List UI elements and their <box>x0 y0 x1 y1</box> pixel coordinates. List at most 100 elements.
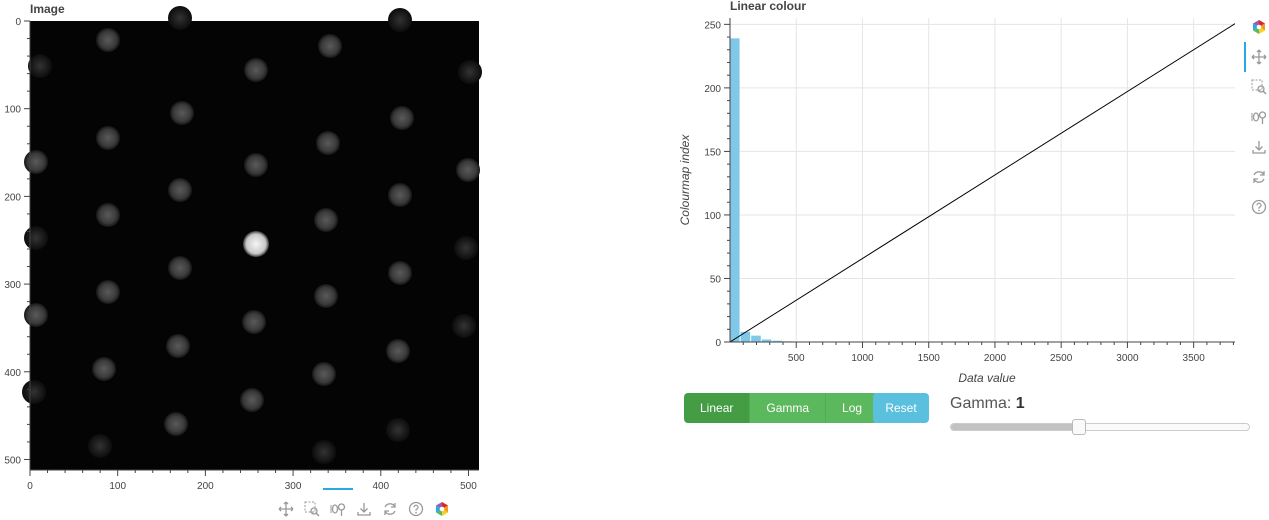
image-spot <box>388 8 412 32</box>
image-y-tick-label: 200 <box>4 192 21 203</box>
chart-x-tick-label: 3500 <box>1183 353 1206 364</box>
chart-y-tick-label: 100 <box>704 211 721 222</box>
log-button[interactable]: Log <box>826 393 878 423</box>
gamma-label-text: Gamma: <box>950 395 1011 412</box>
gamma-value: 1 <box>1016 395 1025 412</box>
help-icon[interactable] <box>405 498 427 520</box>
image-spot <box>24 150 48 174</box>
mapping-line <box>730 18 1235 342</box>
histogram-bar <box>730 38 740 342</box>
save-icon[interactable] <box>353 498 375 520</box>
chart-x-tick-label: 500 <box>788 353 805 364</box>
pan-icon[interactable] <box>1248 46 1269 68</box>
image-spot <box>92 357 116 381</box>
chart-x-axis: 500 1000 1500 2000 2500 3000 3500 <box>743 342 1233 364</box>
image-spot <box>312 440 336 464</box>
wheel-zoom-icon[interactable] <box>327 498 349 520</box>
box-zoom-icon[interactable] <box>1248 76 1269 98</box>
image-x-tick-label: 100 <box>109 481 126 492</box>
image-spot <box>168 256 192 280</box>
image-spot <box>386 339 410 363</box>
image-spot <box>243 231 269 257</box>
image-spot <box>28 54 52 78</box>
image-spot <box>168 6 192 30</box>
image-spot <box>22 380 46 404</box>
gamma-slider-handle[interactable] <box>1072 419 1086 435</box>
image-y-tick-label: 300 <box>4 280 21 291</box>
image-spot <box>388 261 412 285</box>
image-x-axis: 0 100 200 300 400 500 <box>27 470 479 492</box>
image-spot <box>390 106 414 130</box>
image-spot <box>170 101 194 125</box>
histogram-bars <box>730 38 888 342</box>
image-spot <box>240 388 264 412</box>
image-spot <box>452 314 476 338</box>
image-x-tick-label: 400 <box>372 481 389 492</box>
chart-grid <box>730 18 1235 342</box>
image-x-tick-label: 500 <box>460 481 477 492</box>
bokeh-logo-icon[interactable] <box>431 498 453 520</box>
chart-x-tick-label: 1500 <box>918 353 941 364</box>
image-spot <box>388 183 412 207</box>
reset-button[interactable]: Reset <box>873 393 929 423</box>
wheel-zoom-icon[interactable] <box>1248 106 1269 128</box>
image-spot <box>96 126 120 150</box>
box-zoom-icon[interactable] <box>301 498 323 520</box>
chart-y-tick-label: 250 <box>704 20 721 31</box>
pan-icon[interactable] <box>275 498 297 520</box>
chart-y-tick-label: 0 <box>715 338 721 349</box>
reset-icon[interactable] <box>1248 166 1269 188</box>
image-spot <box>314 284 338 308</box>
image-spot <box>164 412 188 436</box>
chart-y-tick-label: 200 <box>704 84 721 95</box>
image-spot <box>318 34 342 58</box>
chart-y-tick-label: 50 <box>710 274 722 285</box>
bokeh-logo-icon[interactable] <box>1248 16 1269 38</box>
image-spot <box>96 280 120 304</box>
save-icon[interactable] <box>1248 136 1269 158</box>
image-x-tick-label: 0 <box>27 481 33 492</box>
image-spot <box>314 208 338 232</box>
chart-x-tick-label: 3000 <box>1116 353 1139 364</box>
gamma-label: Gamma: 1 <box>950 395 1025 413</box>
image-y-tick-label: 400 <box>4 368 21 379</box>
image-plot[interactable]: 0 100 200 300 400 500 0 100 200 300 400 500 <box>0 0 500 500</box>
chart-toolbar <box>1248 16 1269 218</box>
mode-button-group: Linear Gamma Log <box>684 393 878 423</box>
gamma-button[interactable]: Gamma <box>750 393 826 423</box>
image-toolbar <box>275 498 453 520</box>
reset-icon[interactable] <box>379 498 401 520</box>
image-spot <box>386 418 410 442</box>
image-spot <box>242 310 266 334</box>
chart-x-tick-label: 2000 <box>984 353 1007 364</box>
image-spot <box>312 362 336 386</box>
histogram-bar <box>741 332 751 342</box>
image-spot <box>166 334 190 358</box>
chart-x-tick-label: 2500 <box>1050 353 1073 364</box>
linear-button[interactable]: Linear <box>684 393 750 423</box>
image-spot <box>96 28 120 52</box>
image-spot <box>24 226 48 250</box>
image-spot <box>96 203 120 227</box>
image-y-tick-label: 500 <box>4 455 21 466</box>
image-spot <box>168 178 192 202</box>
image-spot <box>244 58 268 82</box>
image-spot <box>88 434 112 458</box>
image-x-tick-label: 300 <box>285 481 302 492</box>
colour-chart[interactable]: 500 1000 1500 2000 2500 3000 3500 0 50 100 150 200… <box>675 0 1235 390</box>
image-spot <box>454 236 478 260</box>
image-y-tick-label: 100 <box>4 105 21 116</box>
help-icon[interactable] <box>1248 196 1269 218</box>
chart-ylabel: Colourmap index <box>678 134 692 226</box>
image-x-tick-label: 200 <box>197 481 214 492</box>
chart-y-tick-label: 150 <box>704 147 721 158</box>
histogram-bar <box>751 336 761 342</box>
gamma-slider-fill <box>951 424 1079 430</box>
gamma-slider[interactable] <box>950 423 1250 431</box>
image-spot <box>456 158 480 182</box>
chart-x-tick-label: 1000 <box>851 353 874 364</box>
image-spot <box>244 153 268 177</box>
image-spot <box>316 131 340 155</box>
chart-xlabel: Data value <box>958 371 1016 385</box>
image-y-tick-label: 0 <box>15 17 21 28</box>
